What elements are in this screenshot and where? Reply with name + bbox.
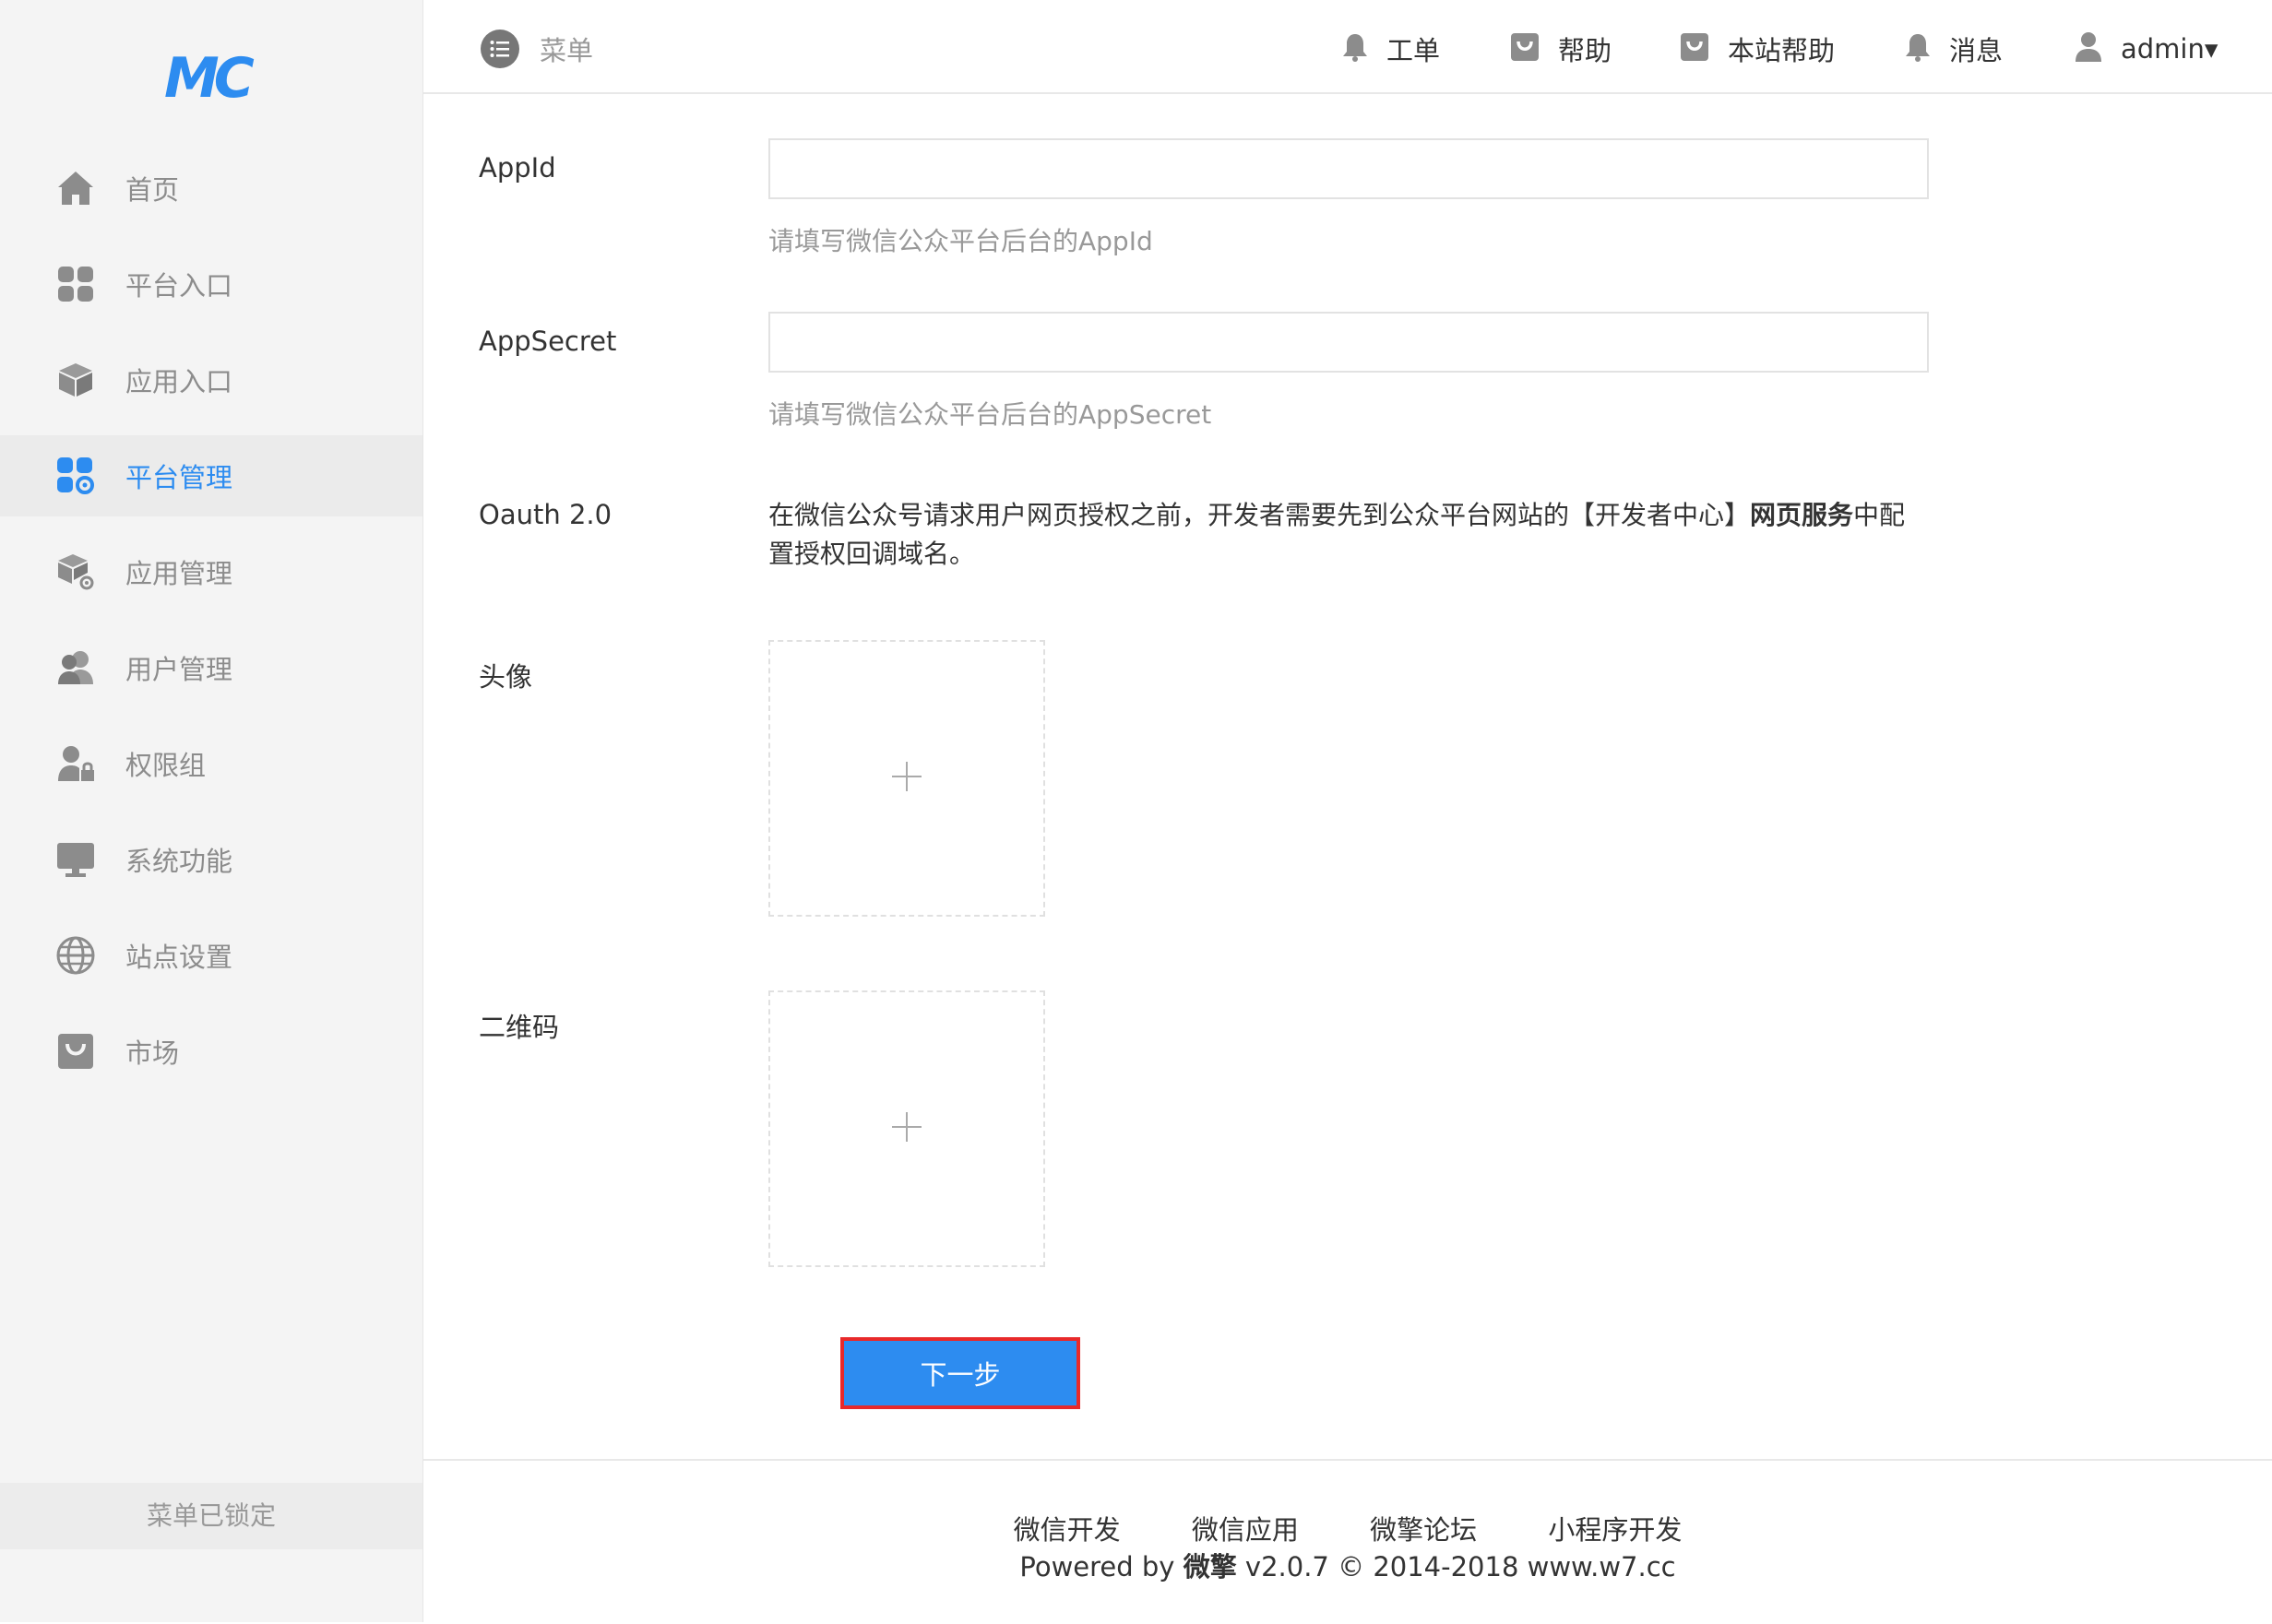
list-icon [481, 30, 519, 68]
sidebar-item-label: 系统功能 [125, 846, 233, 877]
bag-icon [55, 1031, 96, 1072]
box-icon [55, 360, 96, 400]
header-messages-link[interactable]: 消息 [1905, 26, 2003, 72]
sidebar-item-system[interactable]: 系统功能 [0, 819, 422, 900]
user-icon [2075, 31, 2102, 66]
sidebar-item-home[interactable]: 首页 [0, 148, 422, 229]
sidebar-item-site-settings[interactable]: 站点设置 [0, 915, 422, 996]
globe-icon [55, 935, 96, 976]
avatar-upload[interactable] [768, 640, 1045, 917]
sidebar-nav: 首页 平台入口 应用入口 平台管理 应用管理 用户管理 权限组 系统功能 站点设… [0, 148, 422, 1107]
header-item-label: admin▾ [2121, 33, 2218, 65]
appid-input[interactable] [768, 138, 1929, 199]
sidebar-item-user-manage[interactable]: 用户管理 [0, 627, 422, 708]
header-ticket-link[interactable]: 工单 [1342, 26, 1440, 72]
sidebar-item-label: 应用入口 [125, 366, 233, 397]
top-header: 菜单 工单 帮助 本站帮助 消息 admin▾ [423, 0, 2272, 94]
powered-suffix: v2.0.7 © 2014-2018 www.w7.cc [1236, 1551, 1676, 1583]
user-menu-dropdown[interactable]: admin▾ [2075, 26, 2218, 72]
footer-link[interactable]: 微信应用 [1192, 1514, 1299, 1546]
grid-icon [55, 264, 96, 304]
next-step-button[interactable]: 下一步 [840, 1337, 1080, 1409]
users-icon [55, 647, 96, 688]
oauth-description: 在微信公众号请求用户网页授权之前，开发者需要先到公众平台网站的【开发者中心】网页… [768, 496, 1921, 574]
footer-copyright: Powered by 微擎 v2.0.7 © 2014-2018 www.w7.… [423, 1546, 2272, 1584]
footer-link[interactable]: 微信开发 [1014, 1514, 1121, 1546]
sidebar-item-label: 权限组 [125, 750, 207, 781]
sidebar-item-label: 应用管理 [125, 558, 233, 589]
oauth-text-bold: 网页服务 [1750, 500, 1854, 530]
grid-gear-icon [55, 456, 96, 496]
header-item-label: 帮助 [1558, 35, 1612, 66]
powered-prefix: Powered by [1019, 1551, 1184, 1583]
bag-icon [1680, 32, 1709, 65]
sidebar-item-app-manage[interactable]: 应用管理 [0, 531, 422, 612]
footer: 微信开发 微信应用 微擎论坛 小程序开发 Powered by 微擎 v2.0.… [423, 1459, 2272, 1624]
sidebar-item-label: 平台入口 [125, 270, 233, 302]
plus-icon [891, 1111, 922, 1146]
plus-icon [891, 761, 922, 796]
bell-icon [1342, 32, 1368, 65]
appid-help-text: 请填写微信公众平台后台的AppId [768, 226, 1153, 256]
header-item-label: 消息 [1949, 35, 2004, 66]
qrcode-label: 二维码 [479, 1012, 560, 1043]
oauth-label: Oauth 2.0 [479, 499, 613, 530]
sidebar-item-platform-manage[interactable]: 平台管理 [0, 435, 422, 516]
footer-link[interactable]: 小程序开发 [1548, 1514, 1682, 1546]
menu-toggle-button[interactable]: 菜单 [481, 30, 593, 68]
sidebar-item-label: 市场 [125, 1037, 180, 1069]
header-site-help-link[interactable]: 本站帮助 [1680, 26, 1835, 72]
appsecret-input[interactable] [768, 312, 1929, 373]
sidebar-item-label: 平台管理 [125, 462, 233, 493]
footer-link[interactable]: 微擎论坛 [1370, 1514, 1477, 1546]
header-help-link[interactable]: 帮助 [1510, 26, 1612, 72]
sidebar-item-label: 用户管理 [125, 654, 233, 685]
sidebar-item-label: 首页 [125, 174, 180, 206]
home-icon [55, 168, 96, 208]
appsecret-label: AppSecret [479, 326, 617, 357]
bag-icon [1510, 32, 1540, 65]
sidebar-item-permission-group[interactable]: 权限组 [0, 723, 422, 804]
oauth-text-before: 在微信公众号请求用户网页授权之前，开发者需要先到公众平台网站的【开发者中心】 [768, 500, 1751, 530]
appid-label: AppId [479, 152, 556, 184]
sidebar-item-label: 站点设置 [125, 942, 233, 973]
sidebar-item-market[interactable]: 市场 [0, 1011, 422, 1092]
bell-icon [1905, 32, 1931, 65]
sidebar-item-platform-entry[interactable]: 平台入口 [0, 243, 422, 325]
header-item-label: 工单 [1386, 35, 1441, 66]
footer-links: 微信开发 微信应用 微擎论坛 小程序开发 [423, 1509, 2272, 1547]
qrcode-upload[interactable] [768, 990, 1045, 1267]
menu-label: 菜单 [540, 35, 594, 66]
sidebar-item-app-entry[interactable]: 应用入口 [0, 339, 422, 421]
appsecret-help-text: 请填写微信公众平台后台的AppSecret [768, 399, 1212, 430]
menu-locked-status[interactable]: 菜单已锁定 [0, 1483, 422, 1549]
logo[interactable]: MC [164, 48, 256, 109]
powered-brand: 微擎 [1183, 1551, 1237, 1583]
user-lock-icon [55, 743, 96, 784]
avatar-label: 头像 [479, 661, 533, 693]
sidebar: MC 首页 平台入口 应用入口 平台管理 应用管理 用户管理 权限组 系统功能 … [0, 0, 423, 1622]
monitor-icon [55, 839, 96, 880]
box-gear-icon [55, 551, 96, 592]
header-item-label: 本站帮助 [1728, 35, 1836, 66]
